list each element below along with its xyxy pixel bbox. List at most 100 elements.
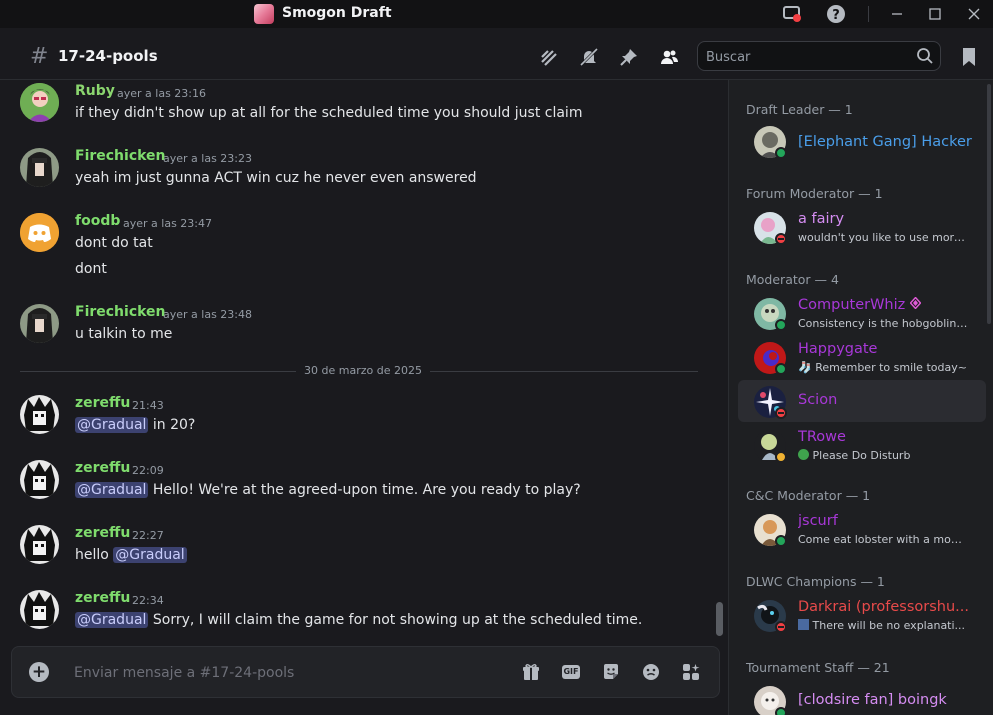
message-author[interactable]: zereffu [75, 525, 130, 541]
gift-icon[interactable] [520, 661, 542, 683]
titlebar-separator [868, 6, 869, 22]
member-name: jscurf [798, 513, 838, 529]
member-custom-status-text: Remember to smile today~ [815, 361, 967, 374]
avatar[interactable] [20, 590, 59, 629]
message-timestamp: ayer a las 23:16 [117, 87, 206, 100]
notification-muted-icon[interactable] [577, 45, 601, 69]
member-item[interactable]: jscurf Come eat lobster with a mons... [738, 508, 986, 550]
message-timestamp: ayer a las 23:47 [123, 217, 212, 230]
user-mention[interactable]: @Gradual [113, 547, 187, 563]
message-text: yeah im just gunna ACT win cuz he never … [75, 170, 477, 186]
gif-label: GIF [562, 665, 580, 679]
date-divider-label: 30 de marzo de 2025 [296, 364, 430, 377]
message-text: u talkin to me [75, 326, 173, 342]
member-group-title: Tournament Staff — 21 [746, 660, 890, 675]
member-custom-status: Please Do Disturb [798, 449, 910, 462]
status-dnd-indicator [775, 621, 787, 633]
avatar[interactable] [20, 83, 59, 122]
member-group-title: Draft Leader — 1 [746, 102, 853, 117]
member-name: Scion [798, 392, 838, 408]
member-item[interactable]: [Elephant Gang] Hacker [738, 120, 986, 162]
message-author[interactable]: Firechicken [75, 304, 166, 320]
member-group-title: Moderator — 4 [746, 272, 839, 287]
avatar[interactable] [20, 525, 59, 564]
close-icon[interactable] [951, 0, 993, 28]
sticker-icon[interactable] [600, 661, 622, 683]
member-item[interactable]: ComputerWhiz Consistency is the hobgobli… [738, 292, 986, 334]
message-text: hello @Gradual [75, 547, 187, 563]
message-timestamp: 22:34 [132, 594, 164, 607]
member-group-title: C&C Moderator — 1 [746, 488, 871, 503]
message-author[interactable]: zereffu [75, 460, 130, 476]
member-custom-status: Come eat lobster with a mons... [798, 533, 968, 546]
member-item[interactable]: Darkrai (professorshu... There will be n… [738, 594, 986, 636]
member-list-icon[interactable] [657, 45, 681, 69]
member-item[interactable]: [clodsire fan] boingk [738, 680, 986, 715]
channel-name: 17-24-pools [58, 47, 158, 65]
message-composer: + GIF [11, 646, 720, 698]
message-text-content: in 20? [148, 417, 196, 433]
title-bar: Smogon Draft ? [0, 0, 993, 28]
emoji-icon[interactable] [640, 661, 662, 683]
member-name: Happygate [798, 341, 878, 357]
member-item[interactable]: TRowe Please Do Disturb [738, 424, 986, 466]
message-timestamp: 22:27 [132, 529, 164, 542]
message-author[interactable]: zereffu [75, 590, 130, 606]
gif-icon[interactable]: GIF [560, 661, 582, 683]
message-list[interactable]: Ruby ayer a las 23:16 if they didn't sho… [0, 80, 728, 640]
member-list-scrollbar[interactable] [987, 84, 991, 324]
message-input[interactable] [74, 662, 494, 684]
avatar[interactable] [20, 460, 59, 499]
user-mention[interactable]: @Gradual [75, 417, 149, 433]
user-mention[interactable]: @Gradual [75, 482, 149, 498]
threads-icon[interactable] [537, 45, 561, 69]
member-custom-status: 🧦 Remember to smile today~ [798, 361, 967, 374]
upload-plus-icon[interactable]: + [29, 662, 49, 682]
member-custom-status-text: Please Do Disturb [812, 449, 911, 462]
message-timestamp: 22:09 [132, 464, 164, 477]
message-author[interactable]: Firechicken [75, 148, 166, 164]
message-text-content: Hello! We're at the agreed-upon time. Ar… [148, 482, 581, 498]
pin-icon[interactable] [617, 45, 641, 69]
message-text: @Gradual Sorry, I will claim the game fo… [75, 612, 642, 628]
avatar[interactable] [20, 148, 59, 187]
member-group-title: Forum Moderator — 1 [746, 186, 883, 201]
custom-emoji-icon [798, 619, 809, 630]
message-author[interactable]: Ruby [75, 83, 115, 99]
message-text-content: Sorry, I will claim the game for not sho… [148, 612, 643, 628]
channel-hash-icon: # [30, 44, 49, 69]
avatar[interactable] [20, 213, 59, 252]
member-name: ComputerWhiz [798, 297, 921, 313]
screen-share-icon[interactable] [781, 3, 803, 25]
status-online-indicator [775, 535, 787, 547]
help-icon[interactable]: ? [825, 3, 847, 25]
message-timestamp: ayer a las 23:48 [163, 308, 252, 321]
avatar[interactable] [20, 395, 59, 434]
svg-text:?: ? [832, 8, 840, 23]
message-text: dont do tat [75, 235, 153, 251]
search-input[interactable] [706, 48, 906, 66]
status-online-indicator [775, 363, 787, 375]
apps-icon[interactable] [680, 661, 702, 683]
message-text: @Gradual Hello! We're at the agreed-upon… [75, 482, 581, 498]
member-item[interactable]: a fairy wouldn't you like to use more ..… [738, 206, 986, 248]
inbox-icon[interactable] [957, 45, 981, 69]
status-idle-indicator [775, 451, 787, 463]
member-list[interactable]: Draft Leader — 1 [Elephant Gang] Hacker … [728, 80, 993, 715]
message-timestamp: ayer a las 23:23 [163, 152, 252, 165]
member-item[interactable]: Happygate 🧦 Remember to smile today~ [738, 336, 986, 378]
message-text: dont [75, 261, 107, 277]
status-dnd-indicator [775, 407, 787, 419]
chat-scrollbar[interactable] [716, 602, 723, 636]
message-text-content: hello [75, 547, 114, 563]
message-timestamp: 21:43 [132, 399, 164, 412]
user-mention[interactable]: @Gradual [75, 612, 149, 628]
message-author[interactable]: zereffu [75, 395, 130, 411]
search-box[interactable] [697, 41, 941, 71]
avatar[interactable] [20, 304, 59, 343]
member-name: a fairy [798, 211, 845, 227]
member-item[interactable]: Scion [738, 380, 986, 422]
message-author[interactable]: foodb [75, 213, 120, 229]
member-custom-status-text: There will be no explanati... [812, 619, 966, 632]
member-name: Darkrai (professorshu... [798, 599, 969, 615]
